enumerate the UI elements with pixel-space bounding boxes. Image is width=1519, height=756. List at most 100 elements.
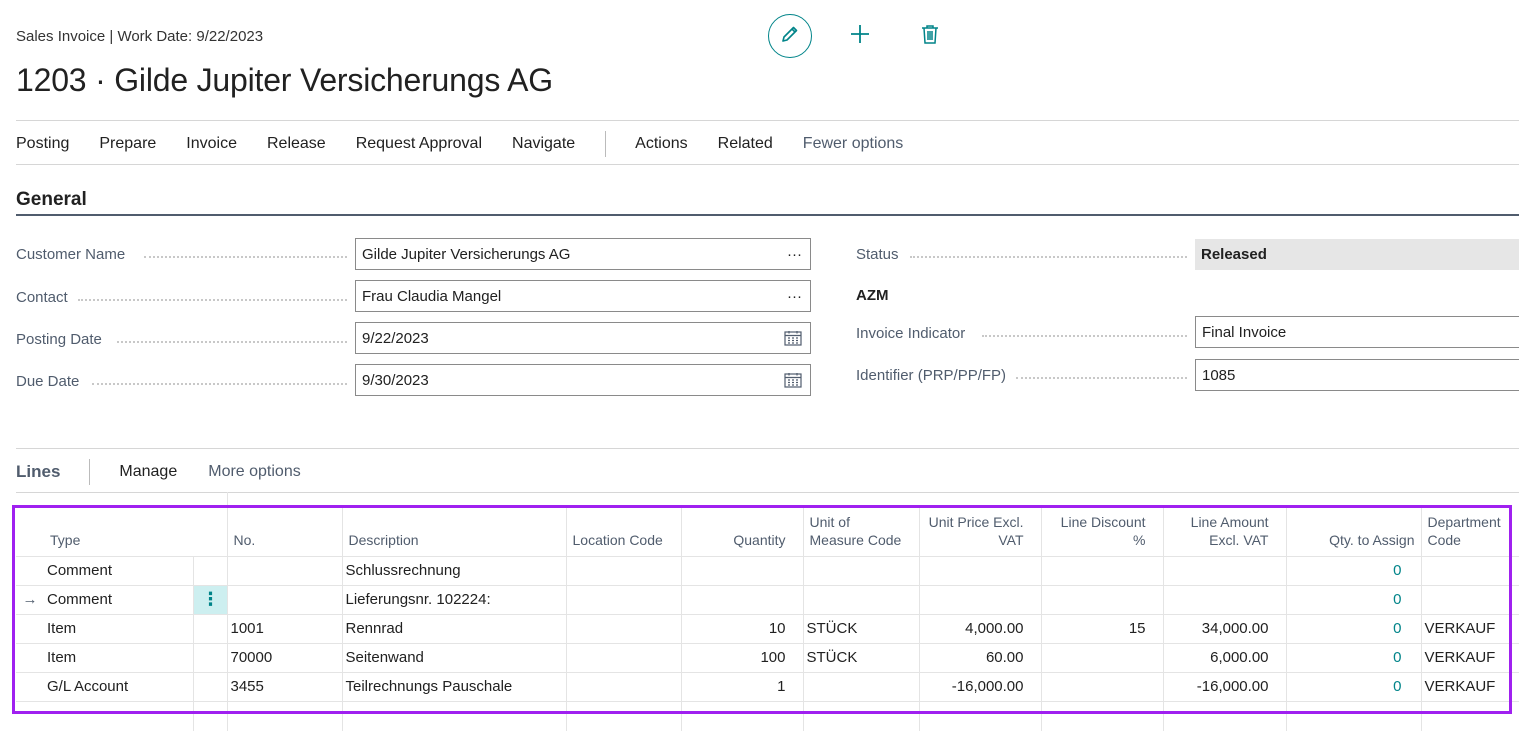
cell-unit-price[interactable] — [919, 584, 1042, 614]
cell-type[interactable]: Item — [44, 642, 194, 672]
cell-type[interactable]: G/L Account — [44, 671, 194, 701]
cell-quantity[interactable]: 100 — [681, 642, 804, 672]
cell-location[interactable] — [566, 555, 682, 585]
customer-name-field[interactable]: Gilde Jupiter Versicherungs AG ··· — [355, 238, 811, 270]
cell-unit-price[interactable]: 60.00 — [919, 642, 1042, 672]
cell-no[interactable]: 1001 — [227, 613, 343, 643]
row-menu-button[interactable]: ⋮ — [193, 586, 226, 614]
cell-uom[interactable] — [803, 555, 920, 585]
table-row[interactable]: Item 1001 Rennrad 10 STÜCK 4,000.00 15 3… — [16, 613, 1519, 643]
cell-type[interactable]: Comment — [44, 555, 194, 585]
cell-department[interactable]: VERKAUF — [1421, 613, 1519, 643]
cell-description[interactable]: Schlussrechnung — [342, 555, 567, 585]
cell-uom[interactable]: STÜCK — [803, 613, 920, 643]
invoice-indicator-select[interactable]: Final Invoice — [1195, 316, 1519, 348]
table-row[interactable]: Item 70000 Seitenwand 100 STÜCK 60.00 6,… — [16, 642, 1519, 672]
cell-line-discount[interactable] — [1041, 584, 1164, 614]
cell-quantity[interactable]: 1 — [681, 671, 804, 701]
posting-date-field[interactable]: 9/22/2023 — [355, 322, 811, 354]
due-date-field[interactable]: 9/30/2023 — [355, 364, 811, 396]
contact-field[interactable]: Frau Claudia Mangel ··· — [355, 280, 811, 312]
column-header-type[interactable]: Type — [44, 508, 193, 556]
column-header-line-discount[interactable]: Line Discount% — [1041, 508, 1164, 556]
edit-button[interactable] — [768, 14, 812, 58]
cell-line-amount[interactable]: 34,000.00 — [1163, 613, 1287, 643]
column-header-no[interactable]: No. — [227, 508, 343, 556]
column-header-location[interactable]: Location Code — [566, 508, 682, 556]
column-header-description[interactable]: Description — [342, 508, 567, 556]
cell-no[interactable]: 3455 — [227, 671, 343, 701]
cell-line-discount[interactable] — [1041, 671, 1164, 701]
cell-qty-to-assign[interactable]: 0 — [1286, 555, 1422, 585]
cell-line-discount[interactable] — [1041, 555, 1164, 585]
table-row[interactable]: G/L Account 3455 Teilrechnungs Pauschale… — [16, 671, 1519, 701]
column-header-line-amount[interactable]: Line Amount Excl. VAT — [1163, 508, 1287, 556]
cell-description[interactable]: Seitenwand — [342, 642, 567, 672]
calendar-icon[interactable] — [784, 323, 802, 353]
cell-unit-price[interactable] — [919, 555, 1042, 585]
column-header-unit-price[interactable]: Unit Price Excl. VAT — [919, 508, 1042, 556]
cell-uom[interactable] — [803, 671, 920, 701]
cell-description[interactable]: Teilrechnungs Pauschale — [342, 671, 567, 701]
cell-uom[interactable]: STÜCK — [803, 642, 920, 672]
cell-qty-to-assign[interactable]: 0 — [1286, 671, 1422, 701]
cell-department[interactable] — [1421, 555, 1519, 585]
action-navigate[interactable]: Navigate — [512, 135, 575, 153]
cell-department[interactable]: VERKAUF — [1421, 671, 1519, 701]
cell-description[interactable]: Rennrad — [342, 613, 567, 643]
delete-button[interactable] — [908, 14, 952, 58]
cell-line-discount[interactable]: 15 — [1041, 613, 1164, 643]
cell-quantity[interactable] — [681, 584, 804, 614]
cell-quantity[interactable]: 10 — [681, 613, 804, 643]
cell-department[interactable]: VERKAUF — [1421, 642, 1519, 672]
action-invoice[interactable]: Invoice — [186, 135, 237, 153]
cell-qty-to-assign[interactable]: 0 — [1286, 642, 1422, 672]
action-actions[interactable]: Actions — [635, 135, 687, 153]
action-related[interactable]: Related — [718, 135, 773, 153]
table-row[interactable]: Comment Schlussrechnung 0 — [16, 555, 1519, 585]
calendar-icon[interactable] — [784, 365, 802, 395]
cell-location[interactable] — [566, 642, 682, 672]
action-bar: Posting Prepare Invoice Release Request … — [16, 128, 933, 160]
action-prepare[interactable]: Prepare — [99, 135, 156, 153]
table-row-current[interactable]: → Comment ⋮ Lieferungsnr. 102224: 0 — [16, 584, 1519, 614]
cell-department[interactable] — [1421, 584, 1519, 614]
fewer-options-button[interactable]: Fewer options — [803, 135, 904, 153]
cell-quantity[interactable] — [681, 555, 804, 585]
cell-description[interactable]: Lieferungsnr. 102224: — [342, 584, 567, 614]
customer-lookup-button[interactable]: ··· — [787, 239, 802, 269]
cell-location[interactable] — [566, 584, 682, 614]
column-header-department[interactable]: Department Code — [1421, 508, 1519, 556]
new-button[interactable] — [838, 14, 882, 58]
column-header-qty-to-assign[interactable]: Qty. to Assign — [1286, 508, 1422, 556]
cell-uom[interactable] — [803, 584, 920, 614]
cell-line-amount[interactable]: 6,000.00 — [1163, 642, 1287, 672]
cell-line-amount[interactable] — [1163, 555, 1287, 585]
more-options-button[interactable]: More options — [208, 463, 301, 481]
cell-qty-to-assign[interactable]: 0 — [1286, 584, 1422, 614]
cell-no[interactable]: 70000 — [227, 642, 343, 672]
column-header-quantity[interactable]: Quantity — [681, 508, 804, 556]
table-row-empty[interactable] — [16, 700, 1519, 731]
cell-unit-price[interactable]: 4,000.00 — [919, 613, 1042, 643]
cell-location[interactable] — [566, 671, 682, 701]
cell-unit-price[interactable]: -16,000.00 — [919, 671, 1042, 701]
cell-no[interactable] — [227, 555, 343, 585]
action-posting[interactable]: Posting — [16, 135, 69, 153]
contact-lookup-button[interactable]: ··· — [787, 281, 802, 311]
cell-type[interactable]: Item — [44, 613, 194, 643]
cell-no[interactable] — [227, 584, 343, 614]
action-request-approval[interactable]: Request Approval — [356, 135, 482, 153]
lines-section-title[interactable]: Lines — [16, 462, 60, 482]
cell-line-amount[interactable] — [1163, 584, 1287, 614]
cell-type[interactable]: Comment — [44, 584, 194, 614]
identifier-field[interactable]: 1085 — [1195, 359, 1519, 391]
cell-line-discount[interactable] — [1041, 642, 1164, 672]
general-section-title[interactable]: General — [16, 189, 87, 211]
cell-qty-to-assign[interactable]: 0 — [1286, 613, 1422, 643]
column-header-uom[interactable]: Unit of Measure Code — [803, 508, 920, 556]
cell-location[interactable] — [566, 613, 682, 643]
cell-line-amount[interactable]: -16,000.00 — [1163, 671, 1287, 701]
manage-button[interactable]: Manage — [119, 463, 177, 481]
action-release[interactable]: Release — [267, 135, 326, 153]
